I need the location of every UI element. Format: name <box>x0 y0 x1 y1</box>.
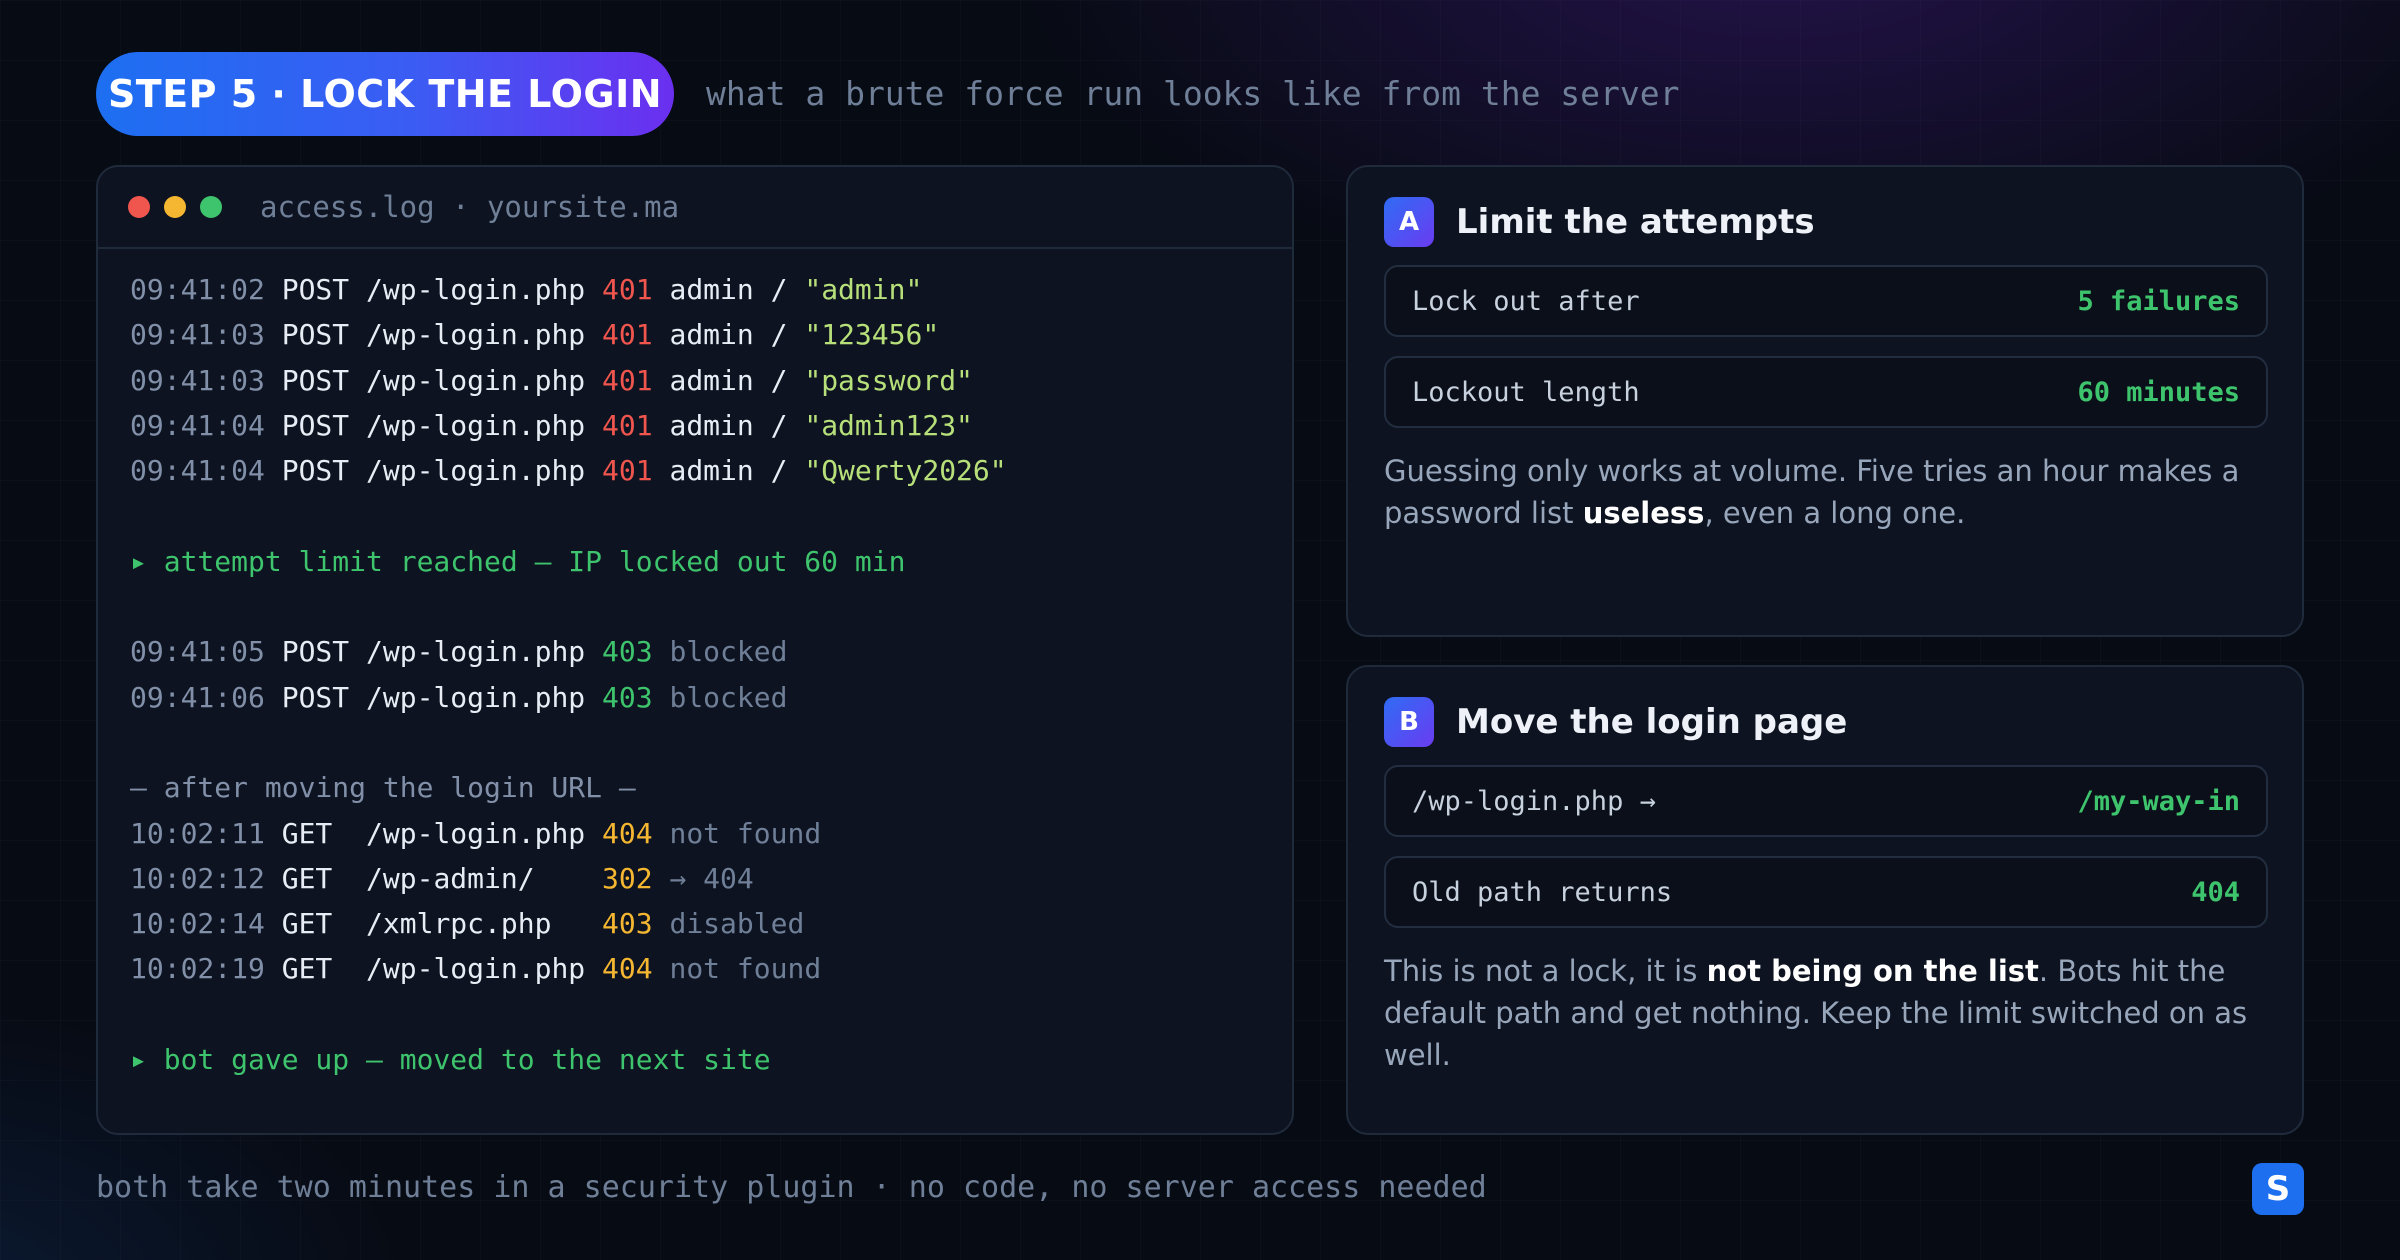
setting-row-lockout-length: Lockout length 60 minutes <box>1384 356 2268 428</box>
card-header: B Move the login page <box>1384 697 1847 747</box>
card-move-login: B Move the login page /wp-login.php → /m… <box>1346 665 2304 1135</box>
log-line: 09:41:04 POST /wp-login.php 401 admin / … <box>130 408 973 442</box>
card-title: Move the login page <box>1456 702 1848 742</box>
footer-note: both take two minutes in a security plug… <box>96 1170 1487 1205</box>
card-header: A Limit the attempts <box>1384 197 1815 247</box>
maximize-dot-icon[interactable] <box>200 196 222 218</box>
step-label: STEP 5 · LOCK THE LOGIN <box>96 52 674 136</box>
setting-label: Old path returns <box>1412 876 1673 908</box>
log-line: 09:41:03 POST /wp-login.php 401 admin / … <box>130 363 973 397</box>
setting-value: 404 <box>2191 876 2240 908</box>
minimize-dot-icon[interactable] <box>164 196 186 218</box>
limit-note: ▸ attempt limit reached — IP locked out … <box>130 544 906 578</box>
card-badge: B <box>1384 697 1434 747</box>
setting-value: 5 failures <box>2077 285 2240 317</box>
log-line: 10:02:14 GET /xmlrpc.php 403 disabled <box>130 907 805 941</box>
log-line: 09:41:04 POST /wp-login.php 401 admin / … <box>130 454 1007 488</box>
setting-label: /wp-login.php → <box>1412 785 1656 817</box>
page-subtitle: what a brute force run looks like from t… <box>706 74 1680 113</box>
brand-logo: S <box>2252 1163 2304 1215</box>
setting-row-login-path: /wp-login.php → /my-way-in <box>1384 765 2268 837</box>
card-description: Guessing only works at volume. Five trie… <box>1384 454 2240 530</box>
setting-row-lockout-after: Lock out after 5 failures <box>1384 265 2268 337</box>
log-line: 09:41:03 POST /wp-login.php 401 admin / … <box>130 318 940 352</box>
card-limit-attempts: A Limit the attempts Lock out after 5 fa… <box>1346 165 2304 637</box>
setting-value: /my-way-in <box>2077 785 2240 817</box>
card-description: This is not a lock, it is not being on t… <box>1384 954 2248 1072</box>
terminal-titlebar: access.log · yoursite.ma <box>98 167 1292 249</box>
card-badge: A <box>1384 197 1434 247</box>
setting-label: Lock out after <box>1412 285 1640 317</box>
log-line: 09:41:02 POST /wp-login.php 401 admin / … <box>130 273 923 306</box>
log-separator: — after moving the login URL — <box>130 771 636 805</box>
log-line: 10:02:19 GET /wp-login.php 404 not found <box>130 952 822 986</box>
log-line: 09:41:05 POST /wp-login.php 403 blocked <box>130 635 788 669</box>
final-note: ▸ bot gave up — moved to the next site <box>130 1043 771 1077</box>
close-dot-icon[interactable] <box>128 196 150 218</box>
setting-value: 60 minutes <box>2077 376 2240 408</box>
access-log-terminal: access.log · yoursite.ma 09:41:02 POST /… <box>96 165 1294 1135</box>
log-line: 09:41:06 POST /wp-login.php 403 blocked <box>130 680 788 714</box>
setting-label: Lockout length <box>1412 376 1640 408</box>
terminal-title: access.log · yoursite.ma <box>260 190 680 224</box>
log-line: 10:02:12 GET /wp-admin/ 302 → 404 <box>130 861 754 895</box>
card-title: Limit the attempts <box>1456 202 1815 242</box>
log-line: 10:02:11 GET /wp-login.php 404 not found <box>130 816 822 850</box>
log-body: 09:41:02 POST /wp-login.php 401 admin / … <box>98 249 1292 1082</box>
setting-row-old-path: Old path returns 404 <box>1384 856 2268 928</box>
